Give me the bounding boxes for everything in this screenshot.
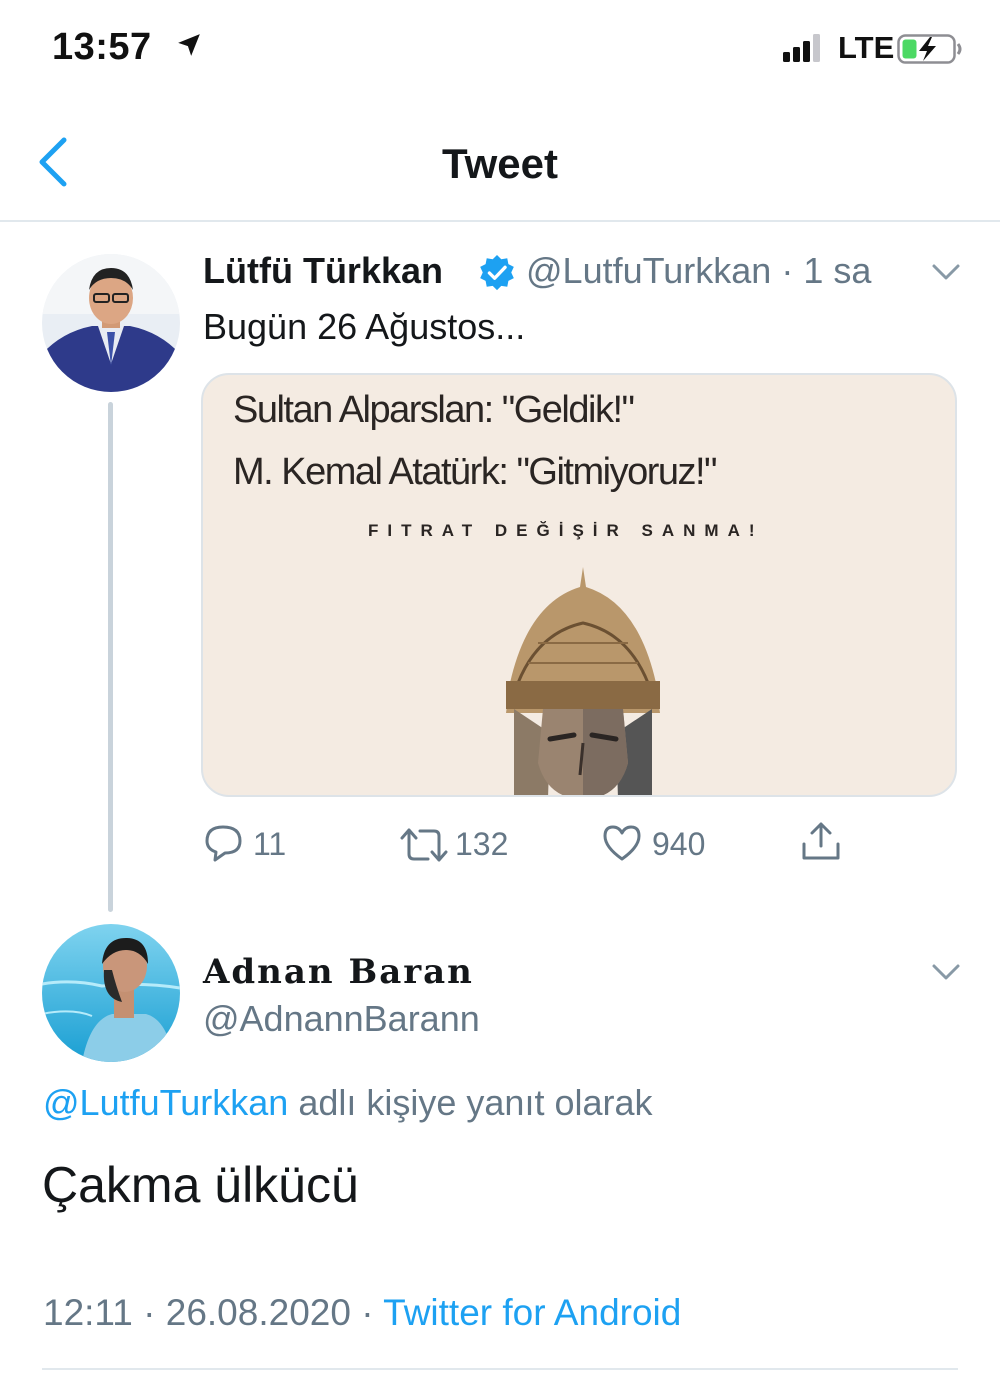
image-caption-line-1: Sultan Alparslan: "Geldik!" [233,389,635,431]
image-caption-line-2: M. Kemal Atatürk: "Gitmiyoruz!" [233,451,718,493]
nav-divider [0,220,1000,222]
tweet-date: 26.08.2020 [165,1292,351,1333]
heart-icon[interactable] [601,822,643,864]
author-handle[interactable]: @LutfuTurkkan · 1 sa [526,250,871,292]
page-title: Tweet [442,140,558,187]
reply-to-label: adlı kişiye yanıt olarak [288,1082,653,1123]
image-caption-line-3: FITRAT DEĞİŞİR SANMA! [368,521,764,540]
reply-context: @LutfuTurkkan adlı kişiye yanıt olarak [43,1082,653,1124]
battery-charging-icon [897,34,962,64]
reply-to-link[interactable]: @LutfuTurkkan [43,1082,288,1123]
author-avatar[interactable] [42,254,180,392]
tweet-media-image[interactable]: Sultan Alparslan: "Geldik!" M. Kemal Ata… [201,373,957,797]
tweet-meta: 12:11 · 26.08.2020 · Twitter for Android [43,1292,682,1333]
chevron-down-icon[interactable] [930,958,962,986]
verified-badge-icon [480,254,514,291]
signal-icon [783,34,820,62]
network-type: LTE [838,30,895,65]
helmeted-portrait-illustration [506,567,660,795]
tweet-time-ago: 1 sa [803,250,872,291]
location-arrow-icon [178,34,200,56]
tweet-source-link[interactable]: Twitter for Android [383,1292,681,1333]
reply-text: Çakma ülkücü [42,1157,359,1213]
tweet-text: Bugün 26 Ağustos... [203,306,526,347]
chevron-down-icon[interactable] [930,258,962,286]
reply-author-name[interactable]: Adnan Baran [203,952,474,992]
share-icon[interactable] [800,820,842,862]
retweet-count: 132 [455,826,509,862]
thread-connector-line [108,402,113,912]
reply-icon[interactable] [203,822,245,864]
reply-author-avatar[interactable] [42,924,180,1062]
reply-author-handle[interactable]: @AdnannBarann [203,998,480,1040]
bottom-divider [42,1368,958,1370]
like-count: 940 [652,826,706,862]
tweet-time: 12:11 [43,1292,133,1333]
status-time: 13:57 [52,26,152,68]
retweet-icon[interactable] [398,824,450,866]
author-name[interactable]: Lütfü Türkkan [203,250,443,292]
reply-count: 11 [253,826,287,862]
